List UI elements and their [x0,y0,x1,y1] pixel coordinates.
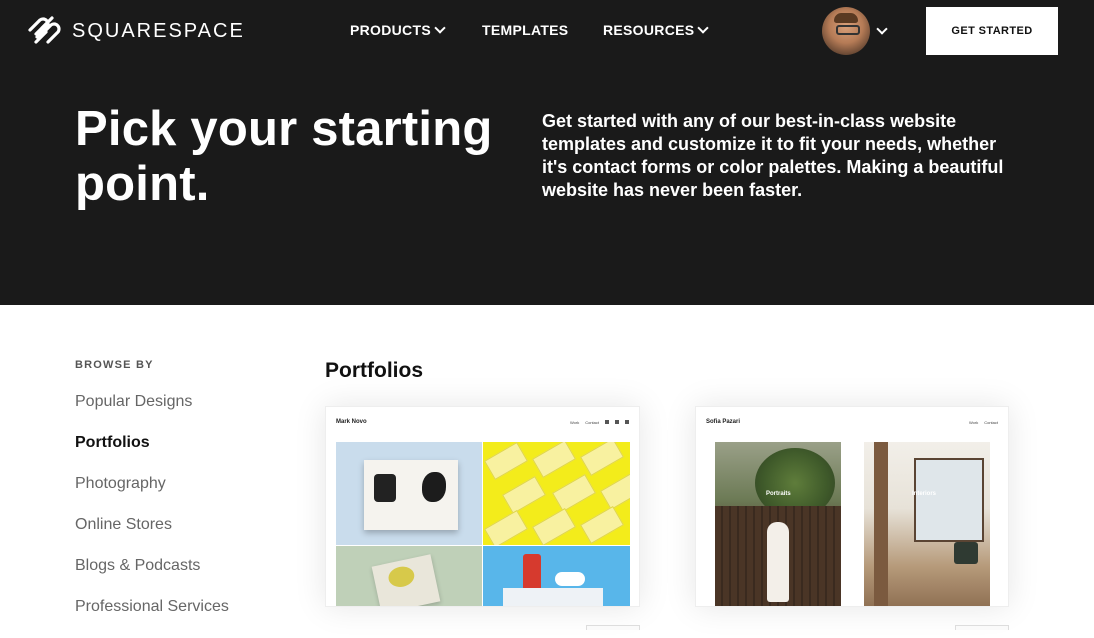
gallery-label: Portraits [766,491,791,497]
card-brand: Sofia Pazari [706,419,741,425]
card-link: Contact [585,419,599,425]
social-icon [615,419,619,424]
book-photo [422,472,446,502]
beam-image [874,442,888,606]
sidebar-item-photography[interactable]: Photography [75,474,229,515]
sidebar-item-online-stores[interactable]: Online Stores [75,515,229,556]
nav-item-label: PRODUCTS [350,22,431,38]
sidebar-item-popular-designs[interactable]: Popular Designs [75,392,229,433]
squarespace-logo-icon [28,16,61,44]
box-image [503,588,603,606]
chevron-down-icon [876,23,888,35]
card-links: Work Contact [569,419,629,425]
preview-image [483,442,630,545]
card-footer-tab [586,625,640,630]
card-header: Sofia Pazari Work Contact [696,407,1008,437]
preview-image [336,442,482,545]
top-navigation: SQUARESPACE PRODUCTS TEMPLATES RESOURCES… [0,0,1094,62]
book-image [364,460,458,530]
business-card-image [580,442,624,477]
avatar [822,7,870,55]
nav-item-resources[interactable]: RESOURCES [603,22,710,38]
chevron-down-icon [697,22,710,34]
card-footer-tab [955,625,1009,630]
sidebar-item-portfolios[interactable]: Portfolios [75,433,229,474]
card-brand: Mark Novo [336,419,367,425]
page-title: Pick your starting point. [75,102,493,211]
person-image [767,522,789,602]
chair-image [954,542,978,564]
sidebar: Popular Designs Portfolios Photography O… [75,392,229,638]
business-card-image [532,507,576,545]
sidebar-item-blogs-podcasts[interactable]: Blogs & Podcasts [75,556,229,597]
card-link: Work [569,419,580,425]
business-card-image [580,505,624,545]
template-card[interactable]: Sofia Pazari Work Contact Portraits Inte… [695,406,1009,607]
section-title: Portfolios [325,359,423,382]
business-card-image [600,471,630,511]
card-link: Work [968,419,979,425]
sidebar-item-professional-services[interactable]: Professional Services [75,597,229,638]
window-image [914,458,984,542]
browse-by-label: BROWSE BY [75,359,154,371]
preview-image [864,442,990,606]
gallery-label: Interiors [912,491,937,497]
nav-item-templates[interactable]: TEMPLATES [482,22,568,38]
can-image [523,554,541,592]
chevron-down-icon [434,22,446,34]
logo[interactable]: SQUARESPACE [26,16,245,46]
preview-image [336,546,482,606]
card-link: Contact [984,419,998,425]
business-card-image [502,475,546,515]
account-menu[interactable] [822,7,888,55]
hero-subtitle: Get started with any of our best-in-clas… [542,111,1004,200]
business-card-image [484,442,528,481]
social-icon [625,419,629,424]
hero-section: SQUARESPACE PRODUCTS TEMPLATES RESOURCES… [0,0,1094,305]
business-card-image [552,473,596,513]
object-image [555,572,585,586]
get-started-button[interactable]: GET STARTED [926,7,1058,55]
print-image [371,554,441,606]
nav-item-label: RESOURCES [603,22,695,38]
nav-item-label: TEMPLATES [482,22,569,38]
card-links: Work Contact [969,420,998,425]
preview-image [715,442,841,606]
business-card-image [532,442,576,479]
logo-text: SQUARESPACE [72,19,245,42]
social-icon [605,419,609,424]
template-card[interactable]: Mark Novo Work Contact [325,406,640,607]
preview-image [483,546,630,606]
nav-item-products[interactable]: PRODUCTS [350,22,446,38]
business-card-image [484,509,528,545]
card-header: Mark Novo Work Contact [326,407,639,437]
book-photo [374,474,396,502]
